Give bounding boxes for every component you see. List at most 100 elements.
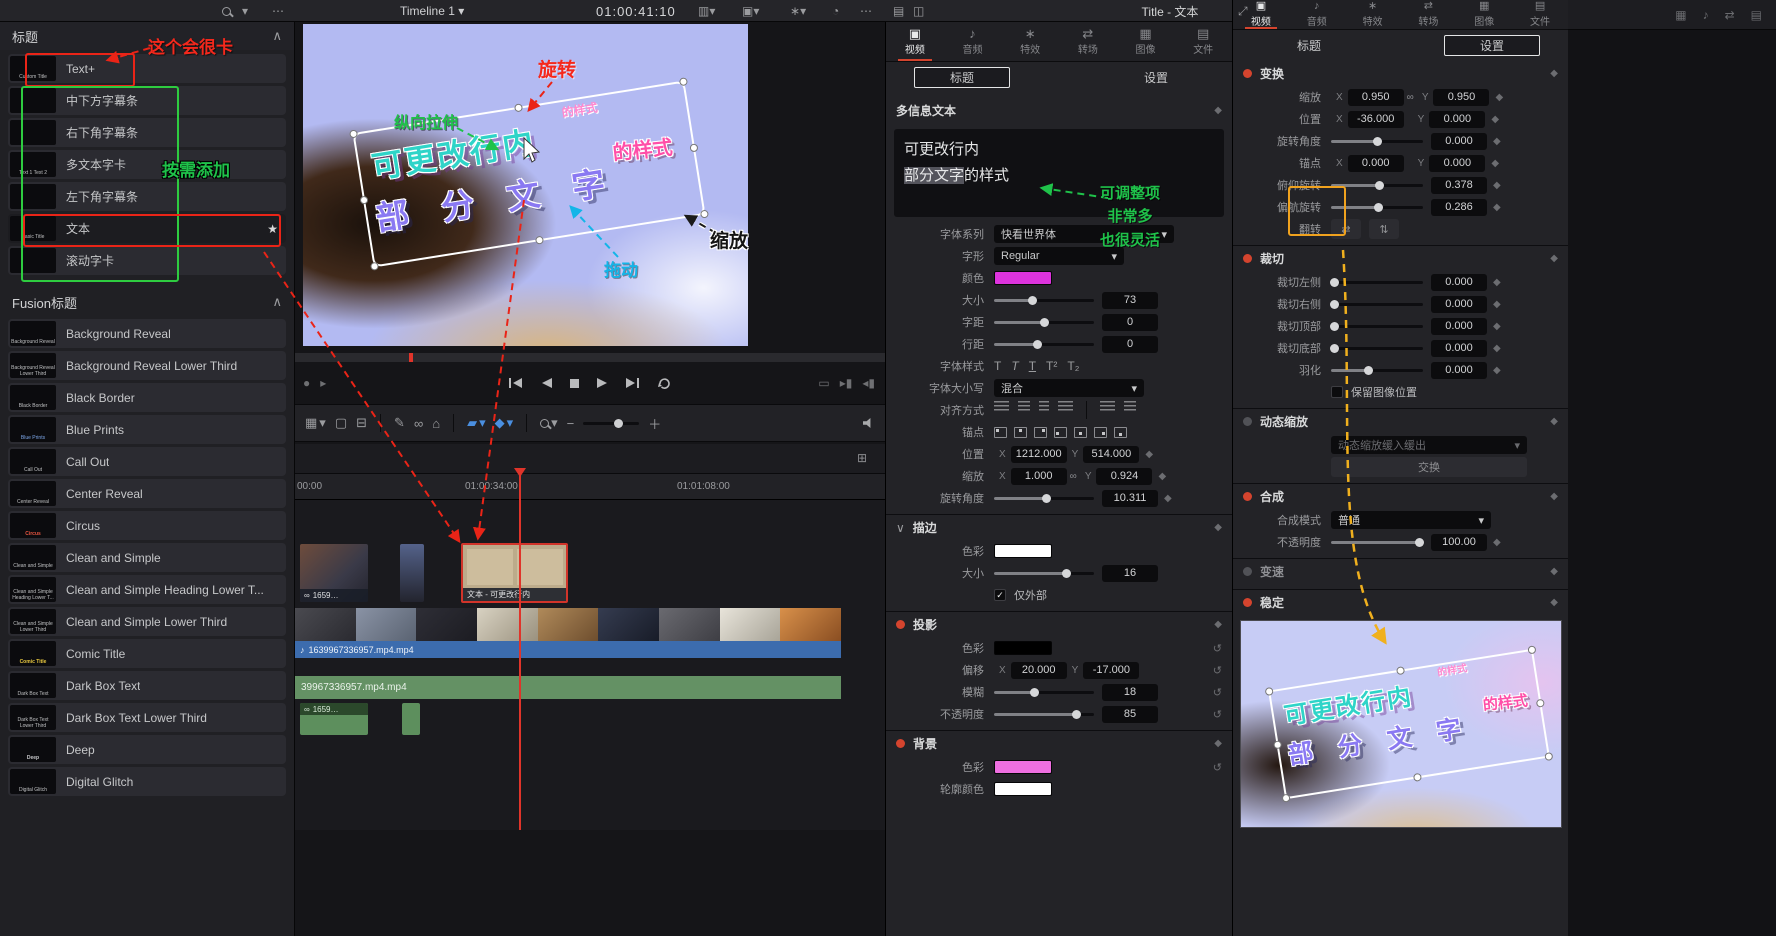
go-to-start-button[interactable] <box>508 377 524 389</box>
crop-enable-toggle[interactable] <box>1243 254 1252 263</box>
video-clip-filmstrip[interactable] <box>295 608 841 641</box>
position-lock-icon[interactable]: ⌂ <box>432 416 440 431</box>
link-xy-icon[interactable]: ∞ <box>1407 92 1414 103</box>
crop-right-slider[interactable] <box>1329 298 1423 311</box>
keyframe-icon[interactable]: ◆ <box>1214 522 1222 533</box>
transport-right-icons[interactable]: ▭ ▸▮ ◂▮ <box>818 366 875 400</box>
tab-file[interactable]: ▤ 文件 <box>1174 22 1232 61</box>
fusion-title-item[interactable]: Digital Glitch Digital Glitch <box>8 767 286 796</box>
shadow-color-swatch[interactable] <box>994 641 1052 655</box>
zoom-x-value[interactable]: 1.000 <box>1010 467 1067 485</box>
anchor-tr-icon[interactable] <box>1034 426 1047 438</box>
tab-effects[interactable]: ∗ 特效 <box>1345 0 1401 29</box>
shadow-opacity-value[interactable]: 85 <box>1102 705 1158 723</box>
background-enable-toggle[interactable] <box>896 739 905 748</box>
zoom-y-value[interactable]: 0.924 <box>1096 467 1153 485</box>
transform-zoom-x[interactable]: 0.950 <box>1347 88 1404 106</box>
viewer-crop-icon[interactable]: ▥ ▾ <box>698 0 715 22</box>
transform-enable-toggle[interactable] <box>1243 68 1252 78</box>
tab-transitions[interactable]: ⇄ 转场 <box>1400 0 1456 29</box>
text-color-swatch[interactable] <box>994 271 1052 285</box>
fusion-title-item[interactable]: Call Out Call Out <box>8 447 286 476</box>
panel-icon[interactable]: ⇄ <box>1725 8 1735 22</box>
audio-clip[interactable]: ∞ 1659… <box>300 703 368 735</box>
link-clips-icon[interactable]: ∞ <box>414 416 423 431</box>
timeline-selector[interactable]: Timeline 1 ▾ <box>400 0 464 22</box>
italic-icon[interactable]: T <box>1011 359 1018 373</box>
align-middle-icon[interactable] <box>1124 401 1136 413</box>
bold-icon[interactable]: T <box>994 359 1001 373</box>
collapse-chevron-icon[interactable]: ∧ <box>272 294 282 310</box>
shadow-blur-value[interactable]: 18 <box>1102 683 1158 701</box>
stroke-size-value[interactable]: 16 <box>1102 564 1158 582</box>
keyframe-icon[interactable]: ◆ <box>1493 321 1501 332</box>
keyframe-icon[interactable]: ◆ <box>1493 299 1501 310</box>
fusion-title-item[interactable]: Dark Box Text Lower Third Dark Box Text L… <box>8 703 286 732</box>
composite-section-header[interactable]: 合成 ◆ <box>1233 483 1568 509</box>
fusion-title-item[interactable]: Blue Prints Blue Prints <box>8 415 286 444</box>
reset-icon[interactable]: ↺ <box>1213 708 1222 721</box>
composite-enable-toggle[interactable] <box>1243 492 1252 501</box>
outside-only-checkbox[interactable]: ✓ <box>994 589 1006 601</box>
text-clip-selected[interactable]: 文本 - 可更改行内 <box>461 543 568 603</box>
shadow-opacity-slider[interactable] <box>994 708 1094 721</box>
crop-right-value[interactable]: 0.000 <box>1431 295 1487 313</box>
viewer-scope-icon[interactable]: ▣ ▾ <box>742 0 759 22</box>
stabilization-enable-toggle[interactable] <box>1243 598 1252 607</box>
transform-section-header[interactable]: 变换 ◆ <box>1233 60 1568 86</box>
section-chevron-icon[interactable]: ∨ <box>896 521 905 535</box>
stroke-color-swatch[interactable] <box>994 544 1052 558</box>
keyframe-icon[interactable]: ◆ <box>1550 597 1558 608</box>
yaw-value[interactable]: 0.286 <box>1431 198 1487 216</box>
keyframe-icon[interactable]: ◆ <box>1214 738 1222 749</box>
keyframe-icon[interactable]: ◆ <box>1493 365 1501 376</box>
align-center-icon[interactable] <box>1018 401 1030 413</box>
dual-viewer-icon[interactable]: ◫ <box>913 0 924 22</box>
anchor-tl-icon[interactable] <box>994 426 1007 438</box>
edit-mode-icon[interactable]: ✎ <box>394 415 405 431</box>
keyframe-icon[interactable]: ◆ <box>1158 471 1166 482</box>
dynamic-zoom-ease-dropdown[interactable]: 动态缩放缓入缓出 ▾ <box>1331 436 1527 454</box>
transform-rotation-value[interactable]: 0.000 <box>1431 132 1487 150</box>
timeline-zoom-slider[interactable] <box>583 418 640 428</box>
titles-section-header[interactable]: 标题 ∧ <box>0 22 294 50</box>
keyframe-icon[interactable]: ◆ <box>1493 180 1501 191</box>
handle-top-left[interactable] <box>348 129 359 139</box>
subtab-title[interactable]: 标题 <box>1261 35 1357 56</box>
transform-rotation-slider[interactable] <box>1331 135 1423 148</box>
flip-vertical-button[interactable]: ⇅ <box>1369 219 1399 239</box>
anchor-top-icon[interactable] <box>1014 426 1027 438</box>
anchor-bottom-icon[interactable] <box>1114 426 1127 438</box>
tab-image[interactable]: ▦ 图像 <box>1117 22 1175 61</box>
dynamic-zoom-section-header[interactable]: 动态缩放 ◆ <box>1233 408 1568 434</box>
image-panel-icon[interactable]: ▤ <box>893 0 904 22</box>
keyframe-icon[interactable]: ◆ <box>1491 158 1499 169</box>
search-icon[interactable] <box>222 0 231 22</box>
shadow-enable-toggle[interactable] <box>896 620 905 629</box>
crop-bottom-value[interactable]: 0.000 <box>1431 339 1487 357</box>
fusion-title-item[interactable]: Clean and Simple Lower Third Clean and Si… <box>8 607 286 636</box>
keyframe-icon[interactable]: ◆ <box>1550 416 1558 427</box>
speed-enable-toggle[interactable] <box>1243 567 1252 576</box>
window-expand-icon[interactable]: ⤢ <box>1238 0 1248 22</box>
tab-image[interactable]: ▦ 图像 <box>1456 0 1512 29</box>
split-view-icon[interactable]: ⊟ <box>356 415 367 431</box>
reset-icon[interactable]: ↺ <box>1213 664 1222 677</box>
rotation-slider[interactable] <box>994 492 1094 505</box>
text-size-slider[interactable] <box>994 294 1094 307</box>
background-section-header[interactable]: 背景 ◆ <box>886 730 1232 756</box>
keyframe-icon[interactable]: ◆ <box>1495 92 1503 103</box>
go-to-end-button[interactable] <box>625 377 641 389</box>
stroke-section-header[interactable]: ∨ 描边 ◆ <box>886 514 1232 540</box>
tracking-value[interactable]: 0 <box>1102 313 1158 331</box>
loop-button[interactable] <box>657 377 672 390</box>
shadow-section-header[interactable]: 投影 ◆ <box>886 611 1232 637</box>
shadow-blur-slider[interactable] <box>994 686 1094 699</box>
handle-mid-right[interactable] <box>689 143 699 153</box>
subtab-settings[interactable]: 设置 <box>1444 34 1540 56</box>
viewer-canvas[interactable]: 可更改行内 的样式 部 分 文 字 的样式 <box>303 24 748 346</box>
play-button[interactable] <box>596 377 609 389</box>
composite-mode-dropdown[interactable]: 普通 ▾ <box>1331 511 1491 529</box>
link-xy-icon[interactable]: ∞ <box>1070 471 1077 482</box>
outline-color-swatch[interactable] <box>994 782 1052 796</box>
